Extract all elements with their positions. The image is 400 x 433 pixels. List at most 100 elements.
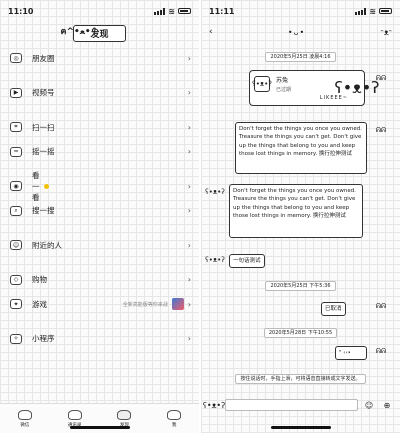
contact-card[interactable]: ʕ•ᴥ•ʔ 苏兔 已过期 LIKEEE~ ʕ•ᴥ•ʔ (249, 70, 379, 106)
system-icons: ≋ (355, 7, 392, 16)
chat-title-face: •ᴗ• (287, 27, 306, 37)
contact-name: 苏兔 (276, 77, 289, 84)
chevron-right-icon: › (187, 299, 191, 309)
menu-item-label: 视频号 (32, 88, 55, 98)
menu-item-moments[interactable]: ◎ 朋友圈 › (0, 46, 199, 71)
message-text: Don't forget the things you once you own… (233, 188, 356, 219)
top-stories-icon: ◉ (10, 181, 22, 192)
message-bubble-sent[interactable]: 已取消 (321, 302, 346, 317)
menu-item-label: 扫一扫 (32, 122, 55, 132)
chevron-right-icon: › (187, 53, 191, 63)
chevron-right-icon: › (187, 206, 191, 216)
self-avatar-icon[interactable]: ᕱᕱ (371, 122, 391, 138)
status-time: 11:11 (209, 6, 235, 16)
games-promo-text: 全新高能版等你来战 (122, 301, 168, 308)
contact-avatar-icon[interactable]: ʕ•ᴥ•ʔ (205, 252, 225, 268)
message-bubble-sent[interactable]: Don't forget the things you once you own… (235, 122, 367, 174)
menu-item-channels[interactable]: ▶ 视频号 › (0, 81, 199, 106)
menu-item-games[interactable]: ✦ 游戏 全新高能版等你来战 › (0, 292, 199, 317)
bear-sticker-icon: ʕ•ᴥ•ʔ (334, 78, 380, 97)
voice-input-hint: 按住说话时，手指上滑，可将语音直接转成文字发送。 (201, 374, 400, 384)
chevron-right-icon: › (187, 240, 191, 250)
more-plus-icon[interactable]: ⊕ (380, 399, 394, 411)
chevron-right-icon: › (187, 181, 191, 191)
new-dot-badge (43, 183, 49, 189)
home-indicator (69, 426, 130, 429)
tab-me[interactable]: 我 (149, 404, 199, 433)
contact-status: 已过期 (276, 87, 292, 93)
voice-toggle-icon[interactable]: ʕ•ᴥ•ʔ (203, 399, 225, 411)
home-indicator (270, 426, 331, 429)
message-bubble-received[interactable]: Don't forget the things you once you own… (229, 184, 363, 238)
moments-icon: ◎ (10, 53, 22, 64)
menu-item-shopping[interactable]: ◇ 购物 › (0, 268, 199, 293)
wifi-icon: ≋ (168, 6, 175, 16)
scan-icon: ⌗ (10, 122, 22, 133)
mini-programs-icon: ✧ (10, 333, 22, 344)
system-icons: ≋ (154, 7, 191, 16)
chevron-right-icon: › (187, 275, 191, 285)
back-arrow-icon[interactable]: ‹ (209, 27, 213, 37)
timestamp: 2020年5月25日 下午5:36 (201, 281, 400, 291)
chat-screen: 11:11 ≋ ‹ •ᴗ• ᵔᴥᵔ 2020年5月25日 凌晨4:16 ʕ•ᴥ•… (201, 0, 400, 433)
self-avatar-icon[interactable]: ᕱᕱ (371, 343, 391, 359)
status-bar: 11:10 ≋ (0, 0, 199, 22)
chats-tab-icon (17, 409, 32, 420)
contact-avatar: ʕ•ᴥ•ʔ (252, 76, 272, 92)
battery-icon (178, 8, 191, 14)
message-text: 一句话测试 (233, 258, 261, 264)
battery-icon (379, 8, 392, 14)
timestamp: 2020年5月28日 下午10:55 (201, 328, 400, 338)
status-time: 11:10 (8, 6, 34, 16)
chat-input-bar: ʕ•ᴥ•ʔ ☺ ⊕ (201, 395, 400, 415)
chat-header: ‹ •ᴗ• ᵔᴥᵔ (201, 22, 400, 42)
menu-item-shake[interactable]: ≈ 摇一摇 › (0, 140, 199, 165)
games-icon: ✦ (10, 299, 22, 310)
message-text: Don't forget the things you once you own… (239, 126, 362, 157)
more-options-icon[interactable]: ᵔᴥᵔ (381, 28, 392, 37)
menu-item-nearby[interactable]: ☺ 附近的人 › (0, 233, 199, 258)
chevron-right-icon: › (187, 122, 191, 132)
message-bubble-received[interactable]: 一句话测试 (229, 254, 265, 269)
menu-item-search[interactable]: ⌕ 搜一搜 › (0, 199, 199, 224)
discover-menu: ◎ 朋友圈 › ▶ 视频号 › ⌗ 扫一扫 › ≈ 摇一摇 › ◉ 看一看 › … (0, 46, 199, 351)
header: ฅ^•ﻌ•^ 发现 (0, 22, 199, 44)
game-thumbnail (171, 298, 184, 311)
chevron-right-icon: › (187, 147, 191, 157)
page-title-box: ฅ^•ﻌ•^ 发现 (60, 24, 126, 42)
menu-item-scan[interactable]: ⌗ 扫一扫 › (0, 115, 199, 140)
signal-icon (355, 7, 367, 15)
wifi-icon: ≋ (369, 6, 376, 16)
cat-ears-decoration-icon: ฅ^•ﻌ•^ (60, 26, 99, 37)
menu-item-label: 摇一摇 (32, 147, 55, 157)
shopping-icon: ◇ (10, 274, 22, 285)
menu-item-label: 游戏 (32, 299, 47, 309)
message-text: 已取消 (325, 306, 342, 312)
self-avatar-icon[interactable]: ᕱᕱ (371, 70, 391, 86)
discover-tab-icon (117, 409, 132, 420)
tab-label: 我 (171, 422, 177, 428)
contact-avatar-icon[interactable]: ʕ•ᴥ•ʔ (205, 184, 225, 200)
me-tab-icon (167, 409, 182, 420)
status-bar: 11:11 ≋ (201, 0, 400, 22)
message-bubble-sent[interactable]: " ‹‹• (335, 346, 367, 361)
discover-screen: 11:10 ≋ ฅ^•ﻌ•^ 发现 ◎ 朋友圈 › ▶ 视频号 › ⌗ 扫一扫 … (0, 0, 199, 433)
signal-icon (154, 7, 166, 15)
menu-item-label: 附近的人 (32, 240, 62, 250)
chevron-right-icon: › (187, 88, 191, 98)
nearby-icon: ☺ (10, 240, 22, 251)
shake-icon: ≈ (10, 146, 22, 157)
contacts-tab-icon (67, 409, 82, 420)
chevron-right-icon: › (187, 334, 191, 344)
emoji-icon[interactable]: ☺ (362, 399, 376, 411)
menu-item-label: 搜一搜 (32, 206, 55, 216)
message-input[interactable] (225, 399, 358, 411)
tab-label: 微信 (20, 422, 30, 428)
menu-item-top-stories[interactable]: ◉ 看一看 › (0, 171, 199, 202)
menu-item-mini-programs[interactable]: ✧ 小程序 › (0, 327, 199, 352)
menu-item-label: 小程序 (32, 334, 55, 344)
timestamp: 2020年5月25日 凌晨4:16 (201, 52, 400, 62)
self-avatar-icon[interactable]: ᕱᕱ (371, 298, 391, 314)
search-icon: ⌕ (10, 205, 22, 216)
tab-chats[interactable]: 微信 (0, 404, 50, 433)
